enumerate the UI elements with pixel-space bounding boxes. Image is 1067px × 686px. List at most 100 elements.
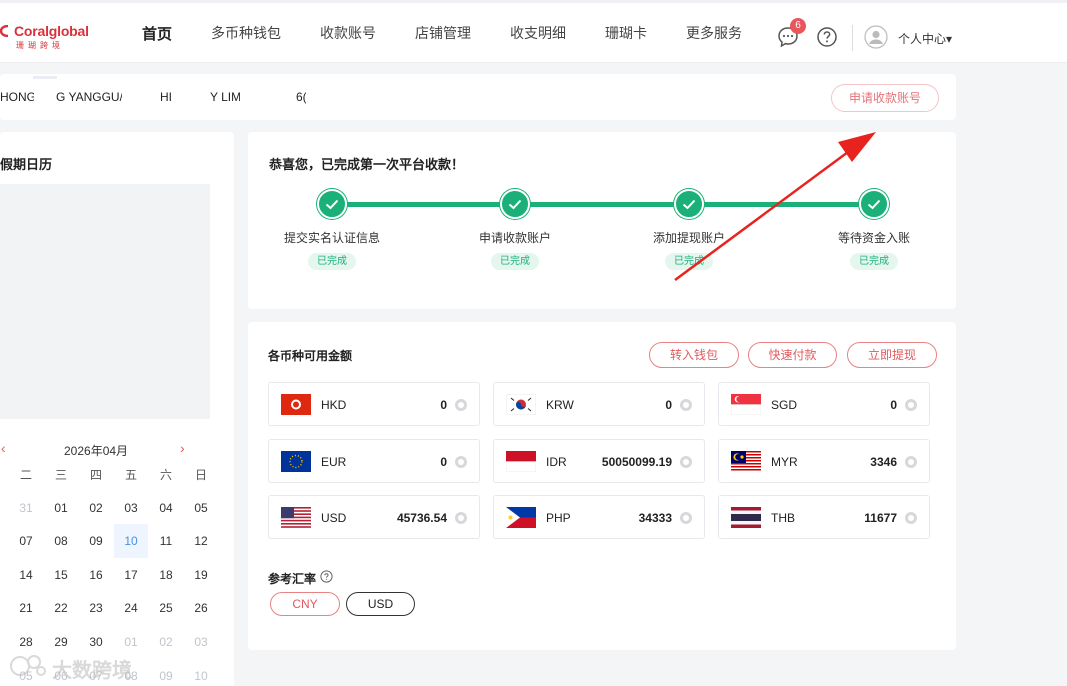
- step-label: 等待资金入账: [838, 231, 911, 245]
- flag-eur-icon: [281, 451, 311, 472]
- radio-circle-icon[interactable]: [455, 456, 467, 468]
- calendar-day[interactable]: 02: [79, 491, 113, 525]
- calendar-day[interactable]: 07: [9, 524, 43, 558]
- calendar-day[interactable]: 24: [114, 591, 148, 625]
- currency-amount: 0: [440, 455, 447, 469]
- currency-code: EUR: [321, 455, 347, 469]
- calendar-day[interactable]: 01: [44, 491, 78, 525]
- weekday-label: 二: [19, 468, 32, 482]
- calendar-day[interactable]: 12: [184, 524, 218, 558]
- currency-balance-card[interactable]: HKD 0: [268, 382, 480, 426]
- top-header: Coralglobal 珊瑚跨境 首页 多币种钱包 收款账号 店铺管理 收支明细…: [0, 3, 1067, 63]
- radio-circle-icon[interactable]: [455, 512, 467, 524]
- brand-logo[interactable]: Coralglobal 珊瑚跨境: [0, 23, 100, 51]
- question-circle-icon[interactable]: [320, 570, 333, 583]
- balances-title: 各币种可用金额: [268, 349, 353, 363]
- avatar-icon[interactable]: [864, 25, 888, 49]
- nav-card[interactable]: 珊瑚卡: [605, 23, 647, 43]
- calendar-day[interactable]: 26: [184, 591, 218, 625]
- calendar-day[interactable]: 19: [184, 558, 218, 592]
- withdraw-now-button[interactable]: 立即提现: [847, 342, 937, 368]
- nav-accounts[interactable]: 收款账号: [320, 23, 376, 43]
- step-status-badge: 已完成: [850, 253, 898, 270]
- currency-code: IDR: [546, 455, 567, 469]
- currency-balance-card[interactable]: SGD 0: [718, 382, 930, 426]
- currency-code: KRW: [546, 398, 574, 412]
- calendar-day[interactable]: 18: [149, 558, 183, 592]
- currency-code: MYR: [771, 455, 798, 469]
- currency-balance-card[interactable]: KRW 0: [493, 382, 705, 426]
- radio-circle-icon[interactable]: [905, 399, 917, 411]
- currency-balance-card[interactable]: MYR 3346: [718, 439, 930, 483]
- currency-balance-card[interactable]: IDR 50050099.19: [493, 439, 705, 483]
- nav-transactions[interactable]: 收支明细: [510, 23, 566, 43]
- currency-amount: 0: [665, 398, 672, 412]
- account-tab-indicator: [33, 76, 57, 79]
- currency-balances-card: 各币种可用金额 转入钱包 快速付款 立即提现 HKD 0 KRW 0 SGD 0 EUR 0 I…: [248, 322, 956, 650]
- currency-balance-card[interactable]: USD 45736.54: [268, 495, 480, 539]
- weekday-label: 三: [54, 468, 67, 482]
- nav-more[interactable]: 更多服务: [686, 23, 742, 43]
- radio-circle-icon[interactable]: [905, 456, 917, 468]
- calendar-day[interactable]: 15: [44, 558, 78, 592]
- currency-balance-card[interactable]: THB 11677: [718, 495, 930, 539]
- watermark-text: 大数跨境: [52, 660, 132, 682]
- calendar-day[interactable]: 05: [184, 491, 218, 525]
- help-icon[interactable]: [816, 26, 838, 48]
- nav-home[interactable]: 首页: [142, 23, 172, 44]
- account-tab[interactable]: 6(: [296, 90, 306, 104]
- transfer-to-wallet-button[interactable]: 转入钱包: [649, 342, 739, 368]
- account-tab[interactable]: Y LIM: [210, 90, 240, 104]
- calendar-day[interactable]: 31: [9, 491, 43, 525]
- calendar-day[interactable]: 09: [79, 524, 113, 558]
- progress-title: 恭喜您，已完成第一次平台收款！: [269, 157, 465, 172]
- step-status-badge: 已完成: [665, 253, 713, 270]
- calendar-banner: [0, 184, 210, 419]
- chevron-right-icon[interactable]: ›: [180, 440, 185, 456]
- chevron-left-icon[interactable]: ‹: [1, 440, 6, 456]
- calendar-day[interactable]: 11: [149, 524, 183, 558]
- calendar-day[interactable]: 09: [149, 659, 183, 686]
- calendar-day[interactable]: 14: [9, 558, 43, 592]
- account-tab[interactable]: HONGI: [0, 90, 34, 104]
- calendar-day[interactable]: 04: [149, 491, 183, 525]
- radio-circle-icon[interactable]: [680, 456, 692, 468]
- apply-account-button[interactable]: 申请收款账号: [831, 84, 939, 112]
- weekday-label: 六: [159, 468, 172, 482]
- calendar-day[interactable]: 17: [114, 558, 148, 592]
- calendar-day[interactable]: 10: [184, 659, 218, 686]
- step-label: 申请收款账户: [479, 231, 552, 245]
- rate-option-usd[interactable]: USD: [346, 592, 415, 616]
- account-tab[interactable]: HI: [160, 90, 174, 104]
- flag-myr-icon: [731, 451, 761, 472]
- message-count-badge: 6: [790, 18, 806, 34]
- watermark: 大数跨境: [8, 652, 132, 682]
- main-nav: 首页 多币种钱包 收款账号 店铺管理 收支明细 珊瑚卡 更多服务: [142, 3, 781, 63]
- nav-wallet[interactable]: 多币种钱包: [211, 23, 281, 43]
- holiday-calendar-panel: 假期日历 ‹ 2026年04月 › 二三四五六日 31 01 02 03 04 05 07 08…: [0, 132, 234, 686]
- calendar-day[interactable]: 03: [114, 491, 148, 525]
- currency-balance-card[interactable]: EUR 0: [268, 439, 480, 483]
- currency-balance-card[interactable]: PHP 34333: [493, 495, 705, 539]
- account-tab[interactable]: G YANGGU/: [56, 90, 122, 104]
- calendar-day[interactable]: 25: [149, 591, 183, 625]
- step-label: 添加提现账户: [653, 231, 726, 245]
- radio-circle-icon[interactable]: [680, 512, 692, 524]
- calendar-day[interactable]: 02: [149, 625, 183, 659]
- radio-circle-icon[interactable]: [905, 512, 917, 524]
- nav-stores[interactable]: 店铺管理: [415, 23, 471, 43]
- user-center-menu[interactable]: 个人中心▾: [898, 30, 952, 47]
- calendar-day[interactable]: 23: [79, 591, 113, 625]
- calendar-day[interactable]: 16: [79, 558, 113, 592]
- calendar-day[interactable]: 22: [44, 591, 78, 625]
- radio-circle-icon[interactable]: [680, 399, 692, 411]
- calendar-day[interactable]: 21: [9, 591, 43, 625]
- calendar-day[interactable]: 08: [44, 524, 78, 558]
- rate-option-cny[interactable]: CNY: [270, 592, 340, 616]
- step-check-icon: [674, 189, 704, 219]
- radio-circle-icon[interactable]: [455, 399, 467, 411]
- calendar-month: 2026年04月: [64, 444, 129, 458]
- calendar-day[interactable]: 10: [114, 524, 148, 558]
- quick-payment-button[interactable]: 快速付款: [748, 342, 837, 368]
- calendar-day[interactable]: 03: [184, 625, 218, 659]
